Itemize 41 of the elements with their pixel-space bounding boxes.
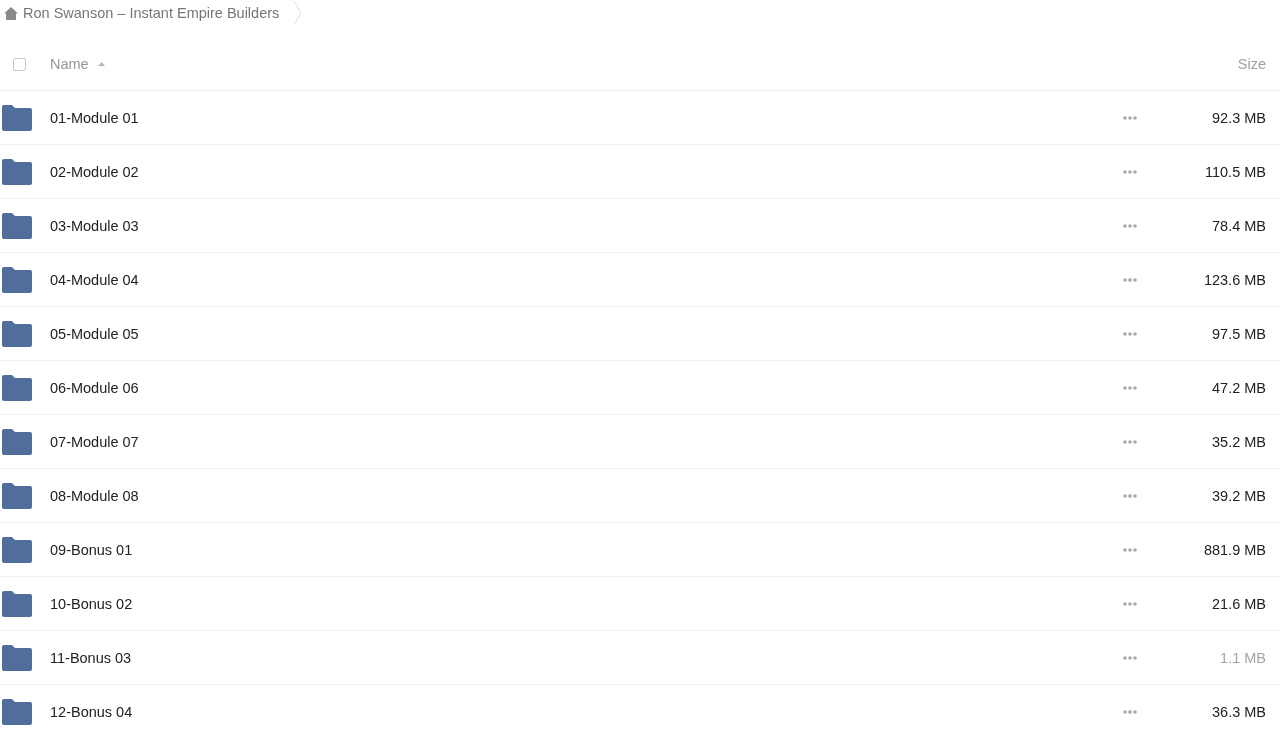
folder-name-link[interactable]: 09-Bonus 01	[50, 541, 133, 558]
ellipsis-icon[interactable]	[1123, 223, 1137, 228]
ellipsis-icon[interactable]	[1123, 331, 1137, 336]
ellipsis-icon[interactable]	[1123, 655, 1137, 660]
file-size: 1.1 MB	[1220, 649, 1266, 666]
folder-name-link[interactable]: 04-Module 04	[50, 271, 139, 288]
file-size: 97.5 MB	[1212, 325, 1266, 342]
ellipsis-icon[interactable]	[1123, 385, 1137, 390]
ellipsis-icon[interactable]	[1123, 601, 1137, 606]
file-size: 110.5 MB	[1205, 163, 1266, 180]
file-size: 36.3 MB	[1212, 703, 1266, 720]
ellipsis-icon[interactable]	[1123, 439, 1137, 444]
ellipsis-icon[interactable]	[1123, 709, 1137, 714]
file-size: 881.9 MB	[1203, 541, 1266, 558]
folder-name-link[interactable]: 11-Bonus 03	[50, 649, 132, 666]
folder-name-link[interactable]: 07-Module 07	[50, 433, 139, 450]
home-icon[interactable]	[4, 6, 18, 20]
folder-name-link[interactable]: 01-Module 01	[50, 109, 139, 126]
folder-name-link[interactable]: 02-Module 02	[50, 163, 139, 180]
ellipsis-icon[interactable]	[1123, 169, 1137, 174]
folder-name-link[interactable]: 05-Module 05	[50, 325, 139, 342]
file-size: 123.6 MB	[1203, 271, 1266, 288]
file-size: 39.2 MB	[1212, 487, 1266, 504]
file-size: 35.2 MB	[1212, 433, 1266, 450]
file-size: 21.6 MB	[1212, 595, 1266, 612]
breadcrumb-link[interactable]: Ron Swanson – Instant Empire Builders	[23, 5, 280, 21]
file-size: 47.2 MB	[1212, 379, 1266, 396]
chevron-icon	[293, 0, 303, 26]
ellipsis-icon[interactable]	[1123, 547, 1137, 552]
file-size: 92.3 MB	[1212, 109, 1266, 126]
folder-name-link[interactable]: 03-Module 03	[50, 217, 139, 234]
folder-name-link[interactable]: 06-Module 06	[50, 379, 139, 396]
folder-name-link[interactable]: 10-Bonus 02	[50, 595, 133, 612]
folder-name-link[interactable]: 08-Module 08	[50, 487, 139, 504]
select-all-checkbox[interactable]	[13, 57, 26, 71]
ellipsis-icon[interactable]	[1123, 115, 1137, 120]
ellipsis-icon[interactable]	[1123, 277, 1137, 282]
sort-ascending-icon[interactable]	[97, 62, 105, 66]
folder-name-link[interactable]: 12-Bonus 04	[50, 703, 133, 720]
ellipsis-icon[interactable]	[1123, 493, 1137, 498]
file-size: 78.4 MB	[1212, 217, 1266, 234]
